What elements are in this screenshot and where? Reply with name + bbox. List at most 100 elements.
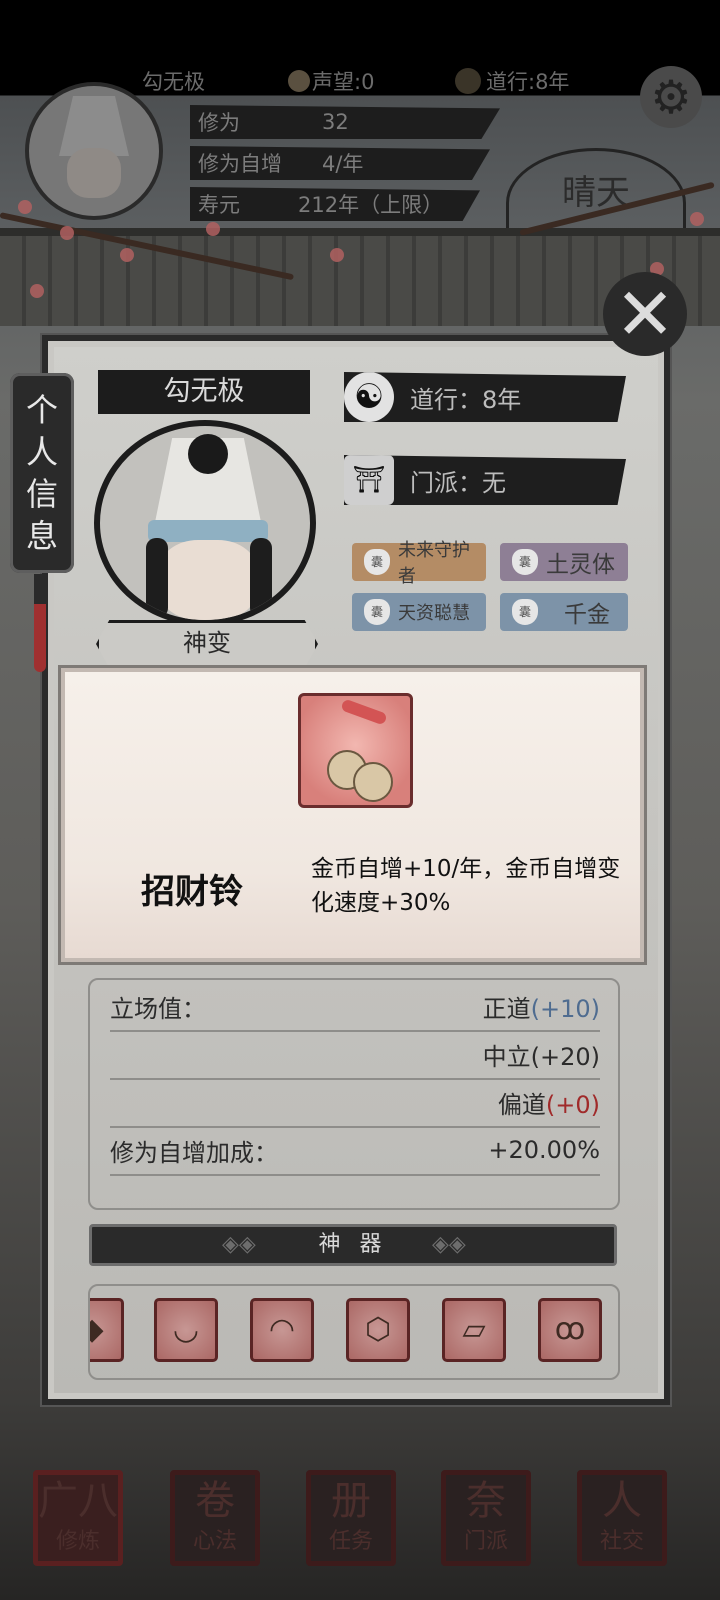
artifact-slot-mirror-icon[interactable]: ⬡ [346, 1298, 410, 1362]
nav-tasks[interactable]: 册 任务 [306, 1470, 396, 1566]
character-avatar [94, 420, 316, 626]
nav-sect-icon: 奈 [466, 1478, 506, 1524]
artifacts-list[interactable]: ◆ ◡ ◠ ⬡ ▱ ꝏ [88, 1284, 620, 1380]
nav-mental-method-label: 心法 [192, 1529, 237, 1554]
avatar-face [67, 148, 121, 198]
nav-social-label: 社交 [599, 1529, 644, 1554]
top-dao-years: 道行:8年 [486, 70, 570, 94]
diamond-ornament: ◈◈ [222, 1232, 256, 1257]
tab-char: 个 [25, 391, 58, 429]
nav-mental-method[interactable]: 卷 心法 [170, 1470, 260, 1566]
sect-bar: ⛩ 门派：无 [344, 455, 626, 505]
avatar-headband [148, 520, 268, 542]
blossom [120, 248, 134, 262]
settings-gear-icon[interactable]: ⚙ [640, 66, 702, 128]
stance-righteous: 正道(+10) [483, 989, 600, 1024]
nav-cultivate-label: 修炼 [55, 1529, 100, 1554]
item-name: 招财铃 [141, 872, 243, 912]
pouch-icon: 囊 [512, 549, 538, 575]
nav-sect-label: 门派 [463, 1529, 508, 1554]
artifacts-header: ◈◈ 神 器 ◈◈ [89, 1224, 617, 1266]
artifact-slot-fan-icon[interactable]: ◠ [250, 1298, 314, 1362]
reputation-text: 声望:0 [312, 70, 375, 94]
blossom [18, 200, 32, 214]
blossom [690, 212, 704, 226]
avatar-face [158, 540, 258, 620]
sect-gate-icon: ⛩ [344, 455, 394, 505]
nav-social-icon: 人 [602, 1478, 642, 1524]
realm-label: 神变 [96, 620, 318, 668]
blossom [60, 226, 74, 240]
nav-social[interactable]: 人 社交 [577, 1470, 667, 1566]
cultivation-row: 修为 32 [190, 105, 500, 139]
avatar-hair [250, 538, 272, 618]
stance-neutral: 中立(+20) [482, 1042, 600, 1071]
taiji-small-icon [455, 68, 481, 94]
trait-tag[interactable]: 囊 天资聪慧 [352, 593, 486, 631]
artifact-slot-bowl-icon[interactable]: ◡ [154, 1298, 218, 1362]
character-name: 勾无极 [98, 370, 310, 414]
item-tooltip[interactable]: 招财铃 金币自增+10/年，金币自增变化速度+30% [61, 668, 644, 962]
blossom [330, 248, 344, 262]
stance-row: 立场值： 正道(+10) [110, 982, 600, 1032]
avatar-hat [59, 96, 129, 156]
cultivation-value: 32 [322, 110, 349, 134]
fortune-bell-icon [298, 693, 413, 808]
avatar-hair [146, 538, 168, 618]
tassel-decoration [34, 574, 46, 672]
trait-tag-label: 土灵体 [546, 552, 615, 578]
stance-righteous-label: 正道 [482, 994, 531, 1023]
stats-list[interactable]: 立场值： 正道(+10) 中立(+20) 偏道(+0) 修为自增加成： +20.… [88, 978, 620, 1210]
growth-label: 修为自增 [198, 152, 282, 176]
pouch-icon: 囊 [364, 599, 390, 625]
trait-tag[interactable]: 囊 未来守护者 [352, 540, 486, 587]
trait-tag-label: 千金 [564, 602, 610, 628]
bell-shape [353, 762, 393, 802]
tab-char: 信 [25, 475, 58, 513]
cultivation-label: 修为 [198, 111, 240, 135]
lifespan-label: 寿元 [198, 193, 240, 217]
pouch-icon: 囊 [364, 549, 390, 575]
stance-righteous-value: (+10) [530, 994, 600, 1023]
nav-tasks-label: 任务 [328, 1529, 373, 1554]
growth-value: 4/年 [322, 152, 364, 176]
trait-tag-label: 天资聪慧 [398, 603, 470, 624]
diamond-ornament: ◈◈ [432, 1232, 466, 1257]
top-avatar[interactable] [25, 82, 163, 220]
ribbon-shape [340, 698, 388, 726]
tab-char: 息 [25, 517, 58, 555]
taiji-icon: ☯ [344, 372, 394, 422]
stance-evil-label: 偏道 [497, 1090, 546, 1119]
stance-label: 立场值： [110, 994, 206, 1023]
sect-text: 门派：无 [410, 468, 506, 497]
nav-sect[interactable]: 奈 门派 [441, 1470, 531, 1566]
blossom [30, 284, 44, 298]
nav-cultivate-icon: 广八 [38, 1478, 118, 1524]
tab-personal-info[interactable]: 个 人 信 息 [10, 373, 74, 573]
stance-evil: 偏道(+0) [498, 1085, 600, 1120]
trait-tag[interactable]: 囊 千金 [500, 593, 628, 631]
dao-years-text: 道行：8年 [410, 385, 522, 414]
coin-icon [288, 70, 310, 92]
tab-char: 人 [25, 433, 58, 471]
artifacts-header-label: 神 器 [318, 1232, 388, 1257]
top-player-name: 勾无极 [142, 70, 205, 94]
trait-tag-label: 未来守护者 [398, 540, 470, 587]
item-description: 金币自增+10/年，金币自增变化速度+30% [311, 856, 621, 916]
dao-years-bar: ☯ 道行：8年 [344, 372, 626, 422]
artifact-slot-talisman-icon[interactable]: ▱ [442, 1298, 506, 1362]
lifespan-value: 212年（上限） [298, 193, 444, 217]
stance-evil-row: 偏道(+0) [110, 1078, 600, 1128]
pouch-icon: 囊 [512, 599, 538, 625]
blossom [206, 222, 220, 236]
trait-tag[interactable]: 囊 土灵体 [500, 543, 628, 581]
partial-row [110, 1174, 600, 1208]
close-icon[interactable]: ✕ [603, 272, 687, 356]
nav-cultivate[interactable]: 广八 修炼 [33, 1470, 123, 1566]
artifact-slot-lantern-icon[interactable]: ◆ [90, 1298, 124, 1362]
growth-bonus-row: 修为自增加成： +20.00% [110, 1126, 600, 1176]
growth-bonus-label: 修为自增加成： [110, 1138, 278, 1167]
artifact-slot-bell-icon[interactable]: ꝏ [538, 1298, 602, 1362]
nav-mental-method-icon: 卷 [195, 1478, 235, 1524]
nav-tasks-icon: 册 [331, 1478, 371, 1524]
